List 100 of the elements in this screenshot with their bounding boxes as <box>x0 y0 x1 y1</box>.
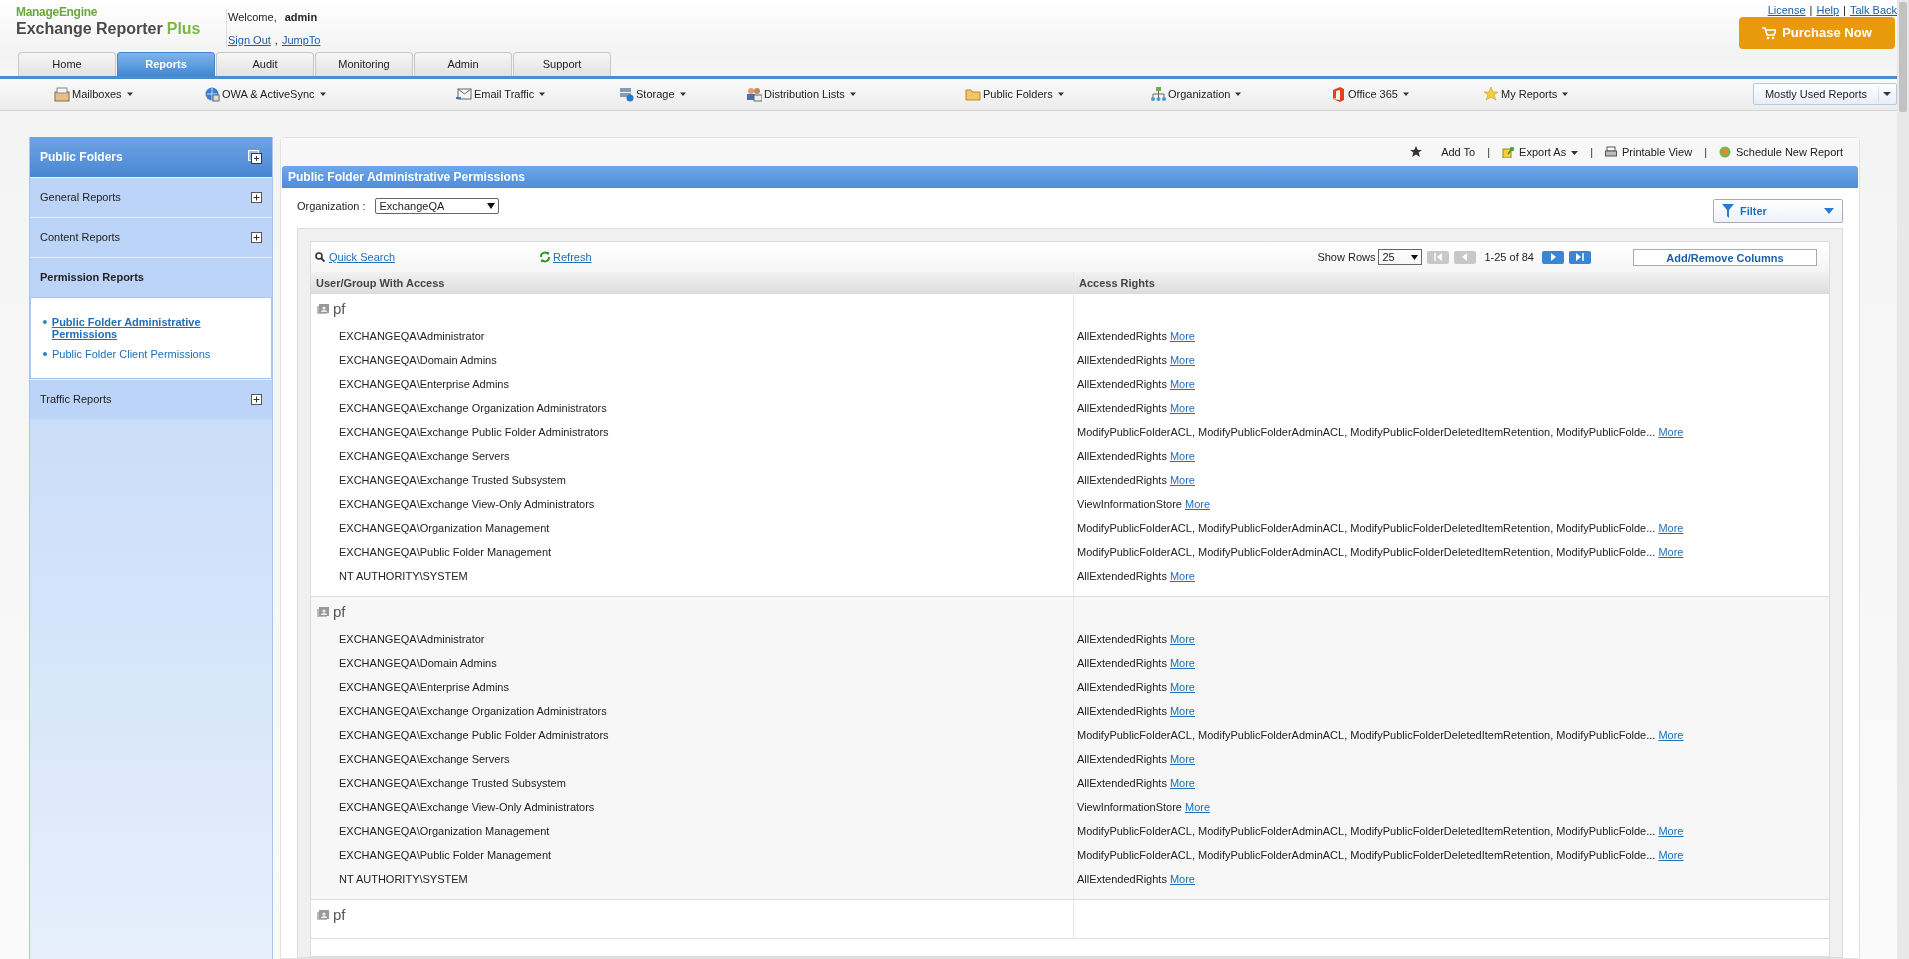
caret-icon <box>318 91 327 98</box>
cart-icon <box>1762 26 1777 40</box>
rights-cell-text: ModifyPublicFolderACL, ModifyPublicFolderAdminACL, ModifyPublicFolderDeletedItemRetention, ModifyPublicFolde... <box>1077 847 1656 863</box>
first-page-button[interactable] <box>1427 250 1450 264</box>
sidebar-section[interactable]: Traffic Reports <box>30 379 272 419</box>
user-cell-text: EXCHANGEQA\Exchange Trusted Subsystem <box>338 472 567 488</box>
sidebar-link[interactable]: Public Folder Client Permissions <box>52 348 211 360</box>
envelope-icon <box>456 86 472 103</box>
more-link[interactable]: More <box>1184 495 1211 513</box>
more-link[interactable]: More <box>1658 726 1684 744</box>
organization-label: Organization : <box>297 198 366 214</box>
menu-item[interactable]: Office 365 <box>1330 86 1410 103</box>
toolbar-action[interactable]: Add To <box>1410 143 1476 161</box>
more-link[interactable]: More <box>1658 543 1684 561</box>
link-separator: | <box>1843 3 1846 18</box>
action-separator: | <box>1487 144 1491 160</box>
user-cell-text: EXCHANGEQA\Exchange Public Folder Administrators <box>338 424 610 440</box>
menu-item[interactable]: Email Traffic <box>456 86 547 103</box>
more-link[interactable]: More <box>1169 471 1195 489</box>
scrollbar[interactable] <box>1897 0 1909 959</box>
menu-item[interactable]: Storage <box>618 86 687 103</box>
caret-icon <box>848 91 857 98</box>
more-link[interactable]: More <box>1169 630 1195 648</box>
more-link[interactable]: More <box>1169 870 1195 888</box>
column-header: User/Group With Access <box>315 275 446 291</box>
rights-cell-text: AllExtendedRights <box>1077 328 1167 344</box>
rights-cell-text: AllExtendedRights <box>1077 775 1167 791</box>
nav-tab[interactable]: Admin <box>414 52 512 76</box>
more-link[interactable]: More <box>1169 399 1195 417</box>
toolbar-action[interactable]: Printable View <box>1605 143 1693 161</box>
more-link[interactable]: More <box>1169 447 1195 465</box>
filter-button[interactable]: Filter <box>1713 199 1843 223</box>
rows-select[interactable]: 25 <box>1378 249 1423 265</box>
sidebar-section[interactable]: General Reports <box>30 177 272 217</box>
more-link[interactable]: More <box>1658 846 1684 864</box>
menu-item[interactable]: My Reports <box>1483 86 1570 103</box>
folder-name: pf <box>333 904 346 925</box>
user-cell-text: EXCHANGEQA\Exchange Servers <box>338 448 511 464</box>
nav-tab[interactable]: Audit <box>216 52 314 76</box>
top-link[interactable]: License <box>1767 2 1806 19</box>
nav-tab[interactable]: Monitoring <box>315 52 413 76</box>
menu-item[interactable]: Mailboxes <box>54 86 134 103</box>
sidebar-section[interactable]: Content Reports <box>30 217 272 257</box>
office-icon <box>1330 86 1346 103</box>
menu-item[interactable]: Organization <box>1150 86 1243 103</box>
folder-name: pf <box>333 298 346 319</box>
user-cell-text: EXCHANGEQA\Domain Admins <box>338 655 498 671</box>
more-link[interactable]: More <box>1169 351 1195 369</box>
company-logo: ManageEngine <box>16 6 99 18</box>
more-link[interactable]: More <box>1169 654 1195 672</box>
toolbar-action[interactable]: Schedule New Report <box>1719 143 1843 161</box>
rights-cell-text: ModifyPublicFolderACL, ModifyPublicFolderAdminACL, ModifyPublicFolderDeletedItemRetention, ModifyPublicFolde... <box>1077 544 1656 560</box>
top-link[interactable]: Talk Back <box>1849 2 1897 19</box>
link-separator: | <box>1809 3 1813 18</box>
rights-cell-text: AllExtendedRights <box>1077 472 1167 488</box>
user-link[interactable]: JumpTo <box>281 31 321 48</box>
next-page-button[interactable] <box>1542 250 1564 264</box>
printer-icon <box>1605 146 1617 158</box>
more-link[interactable]: More <box>1658 423 1684 441</box>
quick-search-link[interactable]: Quick Search <box>315 248 396 266</box>
user-cell-text: EXCHANGEQA\Public Folder Management <box>338 544 553 560</box>
user-cell-text: EXCHANGEQA\Exchange View-Only Administrators <box>338 799 596 815</box>
more-link[interactable]: More <box>1169 702 1195 720</box>
plus-icon <box>251 192 262 203</box>
rights-cell-text: AllExtendedRights <box>1077 871 1167 887</box>
sidebar-section[interactable]: Permission Reports <box>30 257 272 297</box>
toolbar-action[interactable]: Export As <box>1502 143 1579 161</box>
more-link[interactable]: More <box>1658 519 1684 537</box>
inbox-icon <box>54 86 70 103</box>
reports-dropdown[interactable]: Mostly Used Reports <box>1753 83 1897 105</box>
user-cell-text: EXCHANGEQA\Exchange Organization Administrators <box>338 400 608 416</box>
top-link[interactable]: Help <box>1816 2 1840 19</box>
more-link[interactable]: More <box>1658 822 1684 840</box>
nav-tab[interactable]: Home <box>18 52 116 76</box>
sidebar-link[interactable]: Public Folder Administrative Permissions <box>51 316 259 340</box>
more-link[interactable]: More <box>1169 327 1195 345</box>
more-link[interactable]: More <box>1184 798 1211 816</box>
refresh-link[interactable]: Refresh <box>539 248 592 266</box>
caret-icon <box>1401 91 1410 98</box>
more-link[interactable]: More <box>1169 567 1195 585</box>
organization-select[interactable]: ExchangeQA <box>375 198 500 214</box>
nav-tab[interactable]: Support <box>513 52 611 76</box>
rights-cell-text: AllExtendedRights <box>1077 751 1167 767</box>
rights-cell-text: AllExtendedRights <box>1077 376 1167 392</box>
link-separator: , <box>274 32 278 48</box>
last-page-button[interactable] <box>1569 250 1591 264</box>
caret-icon <box>1411 254 1419 260</box>
more-link[interactable]: More <box>1169 678 1195 696</box>
more-link[interactable]: More <box>1169 375 1195 393</box>
more-link[interactable]: More <box>1169 774 1195 792</box>
menu-item[interactable]: Public Folders <box>965 86 1065 103</box>
user-cell-text: EXCHANGEQA\Exchange Trusted Subsystem <box>338 775 567 791</box>
menu-item[interactable]: OWA & ActiveSync <box>204 86 327 103</box>
add-remove-columns-button[interactable]: Add/Remove Columns <box>1633 248 1817 266</box>
previous-page-button[interactable] <box>1454 250 1477 264</box>
more-link[interactable]: More <box>1169 750 1195 768</box>
user-link[interactable]: Sign Out <box>228 31 271 48</box>
export-icon <box>1502 146 1515 158</box>
product-edition: Plus <box>166 21 201 37</box>
menu-item[interactable]: Distribution Lists <box>746 86 857 103</box>
